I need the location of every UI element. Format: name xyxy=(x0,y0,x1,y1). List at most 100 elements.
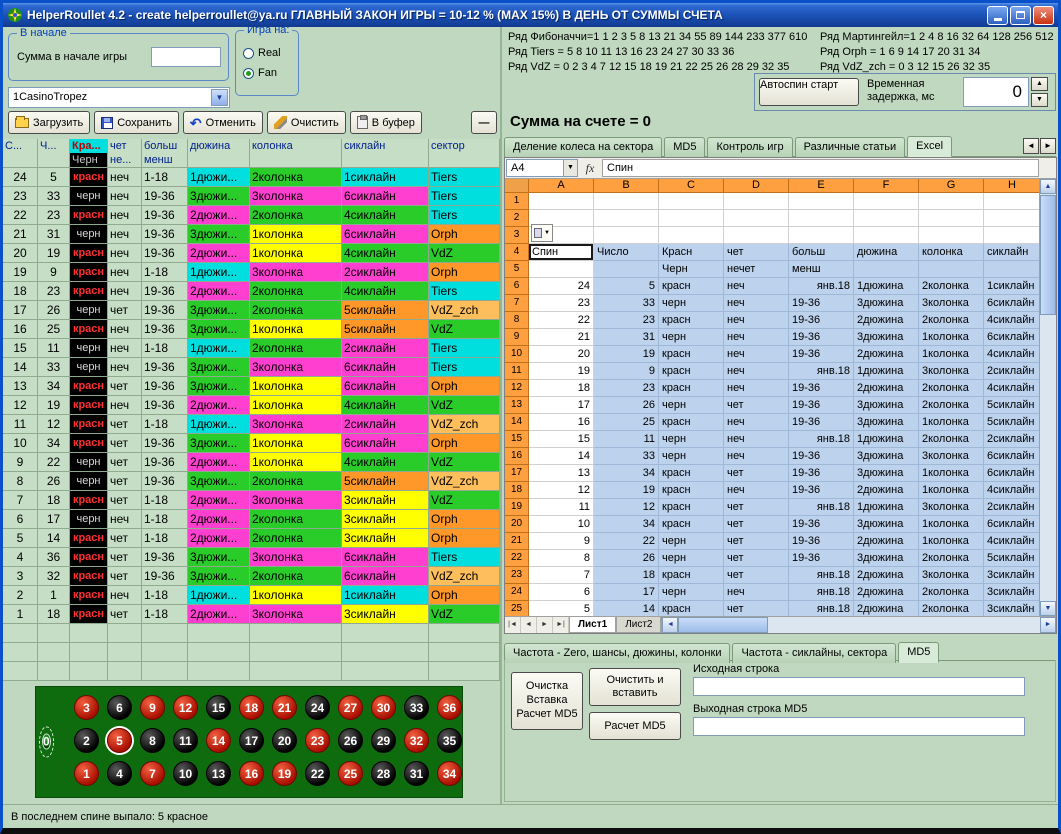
board-number-4[interactable]: 4 xyxy=(107,761,132,786)
excel-cell-A7[interactable]: 23 xyxy=(529,295,594,312)
excel-cell-A18[interactable]: 12 xyxy=(529,482,594,499)
delay-down-button[interactable]: ▼ xyxy=(1031,93,1048,107)
excel-row-header-11[interactable]: 11 xyxy=(505,363,529,380)
excel-cell-D4[interactable]: чет xyxy=(724,244,789,261)
excel-cell-A17[interactable]: 13 xyxy=(529,465,594,482)
excel-cell-A16[interactable]: 14 xyxy=(529,448,594,465)
excel-cell-H13[interactable]: 5сиклайн xyxy=(984,397,1041,414)
excel-cell-C22[interactable]: черн xyxy=(659,550,724,567)
board-number-23[interactable]: 23 xyxy=(305,728,330,753)
excel-cell-F20[interactable]: 3дюжина xyxy=(854,516,919,533)
excel-row-header-7[interactable]: 7 xyxy=(505,295,529,312)
excel-cell-G23[interactable]: 3колонка xyxy=(919,567,984,584)
excel-cell-A19[interactable]: 11 xyxy=(529,499,594,516)
excel-cell-H8[interactable]: 4сиклайн xyxy=(984,312,1041,329)
excel-cell-D7[interactable]: неч xyxy=(724,295,789,312)
board-number-36[interactable]: 36 xyxy=(437,695,462,720)
tab-scroll-right-button[interactable]: ► xyxy=(1040,138,1056,154)
to-clipboard-button[interactable]: В буфер xyxy=(350,111,422,134)
excel-cell-B12[interactable]: 23 xyxy=(594,380,659,397)
board-number-9[interactable]: 9 xyxy=(140,695,165,720)
excel-cell-G20[interactable]: 1колонка xyxy=(919,516,984,533)
excel-cell-F10[interactable]: 2дюжина xyxy=(854,346,919,363)
excel-cell-F11[interactable]: 1дюжина xyxy=(854,363,919,380)
excel-cell-G15[interactable]: 2колонка xyxy=(919,431,984,448)
sheet-nav-next-button[interactable]: ► xyxy=(537,617,553,633)
excel-row-header-21[interactable]: 21 xyxy=(505,533,529,550)
excel-cell-A6[interactable]: 24 xyxy=(529,278,594,295)
excel-cell-E8[interactable]: 19-36 xyxy=(789,312,854,329)
excel-col-header-B[interactable]: B xyxy=(594,179,659,193)
board-number-8[interactable]: 8 xyxy=(140,728,165,753)
excel-cell-E22[interactable]: 19-36 xyxy=(789,550,854,567)
casino-select[interactable]: 1CasinoTropez ▼ xyxy=(8,87,230,108)
excel-cell-F2[interactable] xyxy=(854,210,919,227)
delay-input[interactable]: 0 xyxy=(963,77,1029,107)
excel-col-header-C[interactable]: C xyxy=(659,179,724,193)
excel-cell-G9[interactable]: 1колонка xyxy=(919,329,984,346)
excel-cell-G13[interactable]: 2колонка xyxy=(919,397,984,414)
excel-cell-H11[interactable]: 2сиклайн xyxy=(984,363,1041,380)
excel-cell-E14[interactable]: 19-36 xyxy=(789,414,854,431)
excel-cell-G7[interactable]: 3колонка xyxy=(919,295,984,312)
excel-cell-H18[interactable]: 4сиклайн xyxy=(984,482,1041,499)
board-number-22[interactable]: 22 xyxy=(305,761,330,786)
excel-row-header-3[interactable]: 3 xyxy=(505,227,529,244)
excel-cell-G11[interactable]: 3колонка xyxy=(919,363,984,380)
board-number-33[interactable]: 33 xyxy=(404,695,429,720)
board-number-30[interactable]: 30 xyxy=(371,695,396,720)
excel-cell-C11[interactable]: красн xyxy=(659,363,724,380)
excel-cell-D12[interactable]: неч xyxy=(724,380,789,397)
board-number-6[interactable]: 6 xyxy=(107,695,132,720)
excel-cell-G16[interactable]: 3колонка xyxy=(919,448,984,465)
excel-cell-G17[interactable]: 1колонка xyxy=(919,465,984,482)
excel-cell-B13[interactable]: 26 xyxy=(594,397,659,414)
board-number-14[interactable]: 14 xyxy=(206,728,231,753)
radio-real[interactable]: Real xyxy=(243,47,281,59)
excel-cell-F9[interactable]: 3дюжина xyxy=(854,329,919,346)
right-tab-1[interactable]: MD5 xyxy=(664,137,705,157)
excel-cell-B23[interactable]: 18 xyxy=(594,567,659,584)
excel-cell-D10[interactable]: неч xyxy=(724,346,789,363)
excel-cell-B9[interactable]: 31 xyxy=(594,329,659,346)
excel-cell-E18[interactable]: 19-36 xyxy=(789,482,854,499)
excel-cell-B7[interactable]: 33 xyxy=(594,295,659,312)
excel-cell-H22[interactable]: 5сиклайн xyxy=(984,550,1041,567)
excel-cell-A13[interactable]: 17 xyxy=(529,397,594,414)
excel-cell-E9[interactable]: 19-36 xyxy=(789,329,854,346)
excel-cell-B8[interactable]: 23 xyxy=(594,312,659,329)
excel-cell-B2[interactable] xyxy=(594,210,659,227)
clear-button[interactable]: Очистить xyxy=(267,111,346,134)
excel-col-header-D[interactable]: D xyxy=(724,179,789,193)
excel-cell-F12[interactable]: 2дюжина xyxy=(854,380,919,397)
excel-cell-D15[interactable]: неч xyxy=(724,431,789,448)
excel-cell-C12[interactable]: красн xyxy=(659,380,724,397)
excel-cell-A23[interactable]: 7 xyxy=(529,567,594,584)
board-number-21[interactable]: 21 xyxy=(272,695,297,720)
maximize-button[interactable] xyxy=(1010,6,1031,25)
excel-cell-B20[interactable]: 34 xyxy=(594,516,659,533)
board-number-20[interactable]: 20 xyxy=(272,728,297,753)
excel-cell-F18[interactable]: 2дюжина xyxy=(854,482,919,499)
sheet-tab-list2[interactable]: Лист2 xyxy=(616,617,661,633)
excel-cell-E4[interactable]: больш xyxy=(789,244,854,261)
excel-cell-C1[interactable] xyxy=(659,193,724,210)
excel-cell-A8[interactable]: 22 xyxy=(529,312,594,329)
board-number-31[interactable]: 31 xyxy=(404,761,429,786)
excel-cell-D6[interactable]: неч xyxy=(724,278,789,295)
excel-horizontal-scrollbar[interactable]: ◄ ► xyxy=(661,617,1056,633)
board-number-0[interactable]: 0 xyxy=(42,734,51,750)
excel-cell-G22[interactable]: 2колонка xyxy=(919,550,984,567)
md5-calc-button[interactable]: Расчет MD5 xyxy=(589,712,681,740)
excel-cell-D18[interactable]: неч xyxy=(724,482,789,499)
excel-cell-A1[interactable] xyxy=(529,193,594,210)
save-button[interactable]: Сохранить xyxy=(94,111,179,134)
excel-cell-F4[interactable]: дюжина xyxy=(854,244,919,261)
excel-cell-B1[interactable] xyxy=(594,193,659,210)
sheet-nav-first-button[interactable]: |◄ xyxy=(505,617,521,633)
excel-cell-F3[interactable] xyxy=(854,227,919,244)
board-number-17[interactable]: 17 xyxy=(239,728,264,753)
board-number-12[interactable]: 12 xyxy=(173,695,198,720)
excel-cell-E1[interactable] xyxy=(789,193,854,210)
excel-cell-G12[interactable]: 2колонка xyxy=(919,380,984,397)
